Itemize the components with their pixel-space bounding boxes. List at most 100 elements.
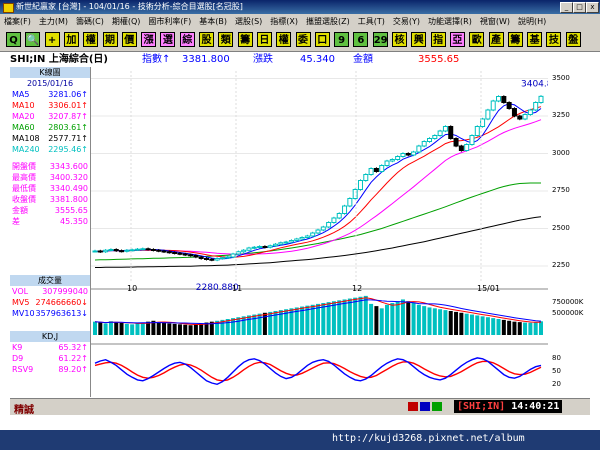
menu-bar: 檔案(F) 主力(M) 籌碼(C) 期權(Q) 國市利率(F) 基本(B) 選股(S) 指標(… xyxy=(0,14,600,29)
k-chart-header[interactable]: K線圖 xyxy=(10,67,90,78)
candle-body xyxy=(517,115,523,120)
app-icon xyxy=(3,3,14,13)
toolbar-button-9[interactable]: 綜 xyxy=(179,32,195,47)
toolbar-button-26[interactable]: 籌 xyxy=(507,32,523,47)
toolbar-button-14[interactable]: 權 xyxy=(276,32,292,47)
menu-item-7[interactable]: 指標(X) xyxy=(266,14,302,29)
candle-body xyxy=(432,135,438,139)
toolbar-button-24[interactable]: 歐 xyxy=(469,32,485,47)
candle-body xyxy=(262,246,268,248)
volume-bar xyxy=(475,315,480,335)
toolbar-button-18[interactable]: 6 xyxy=(353,32,369,47)
menu-item-8[interactable]: 攜盟選股(Z) xyxy=(302,14,354,29)
toolbar-button-21[interactable]: 興 xyxy=(411,32,427,47)
candle-body xyxy=(119,250,125,253)
candle-body xyxy=(373,168,379,172)
toolbar-button-6[interactable]: 價 xyxy=(121,32,137,47)
toolbar-button-3[interactable]: 加 xyxy=(63,32,79,47)
volume-bar xyxy=(406,301,411,335)
menu-item-13[interactable]: 說明(H) xyxy=(514,14,550,29)
menu-item-9[interactable]: 工具(T) xyxy=(354,14,389,29)
volume-bar xyxy=(353,297,358,335)
menu-item-11[interactable]: 功能選擇(R) xyxy=(424,14,476,29)
candle-body xyxy=(416,145,422,153)
toolbar-button-11[interactable]: 類 xyxy=(218,32,234,47)
toolbar-button-16[interactable]: 口 xyxy=(314,32,330,47)
change-value: 45.340 xyxy=(300,54,335,65)
toolbar-button-17[interactable]: 9 xyxy=(334,32,350,47)
minimize-button[interactable]: _ xyxy=(560,2,573,13)
menu-item-3[interactable]: 期權(Q) xyxy=(108,14,145,29)
price-row: 金額 3555.65 xyxy=(10,205,90,216)
menu-item-0[interactable]: 檔案(F) xyxy=(0,14,35,29)
toolbar-button-8[interactable]: 選 xyxy=(160,32,176,47)
menu-item-4[interactable]: 國市利率(F) xyxy=(144,14,195,29)
volume-bar xyxy=(369,303,374,335)
candle-body xyxy=(150,249,156,251)
ma-row: MA108 2577.71↑ xyxy=(10,133,90,144)
candle-body xyxy=(474,126,480,136)
maximize-button[interactable]: □ xyxy=(573,2,586,13)
toolbar-button-19[interactable]: 29 xyxy=(372,32,388,47)
volume-header[interactable]: 成交量 xyxy=(10,275,90,286)
toolbar-button-27[interactable]: 基 xyxy=(527,32,543,47)
toolbar-button-20[interactable]: 核 xyxy=(392,32,407,47)
ma-values: MA5 3281.06↑ MA10 3306.01↑ MA20 3207.87↑ MA60 2… xyxy=(10,89,90,155)
toolbar-button-15[interactable]: 委 xyxy=(295,32,311,47)
toolbar-button-1[interactable]: 🔍 xyxy=(25,32,41,47)
toolbar-button-0[interactable]: Q xyxy=(6,32,21,47)
chart-area[interactable]: 3404.8302280.88010111215/01 xyxy=(90,67,564,397)
toolbar-button-22[interactable]: 指 xyxy=(430,32,446,47)
kd-y-tick: 50 xyxy=(552,367,561,375)
toolbar-button-25[interactable]: 產 xyxy=(488,32,504,47)
volume-bar xyxy=(246,315,251,335)
ma-row: MA60 2803.61↑ xyxy=(10,122,90,133)
toolbar: Q 🔍 + 加權期價漲選綜股類籌日權委口 9 6 29 核興指亞歐產籌基技盤 xyxy=(0,29,600,52)
status-color-red xyxy=(408,402,418,411)
ma60-line xyxy=(94,182,541,261)
ma-label: MA10 xyxy=(12,101,35,110)
toolbar-button-5[interactable]: 期 xyxy=(102,32,118,47)
index-label: 指數↑ xyxy=(142,54,171,65)
price-label: 差 xyxy=(12,217,20,226)
price-label: 金額 xyxy=(12,206,28,215)
menu-item-12[interactable]: 視窗(W) xyxy=(476,14,514,29)
vol-value: 307999040 xyxy=(42,287,88,296)
price-y-tick: 2500 xyxy=(552,223,570,232)
toolbar-button-29[interactable]: 盤 xyxy=(565,32,581,47)
price-y-tick: 2250 xyxy=(552,261,570,269)
candle-body xyxy=(251,246,257,249)
ma-value: 3281.06↑ xyxy=(48,90,88,99)
candle-body xyxy=(193,255,199,258)
toolbar-button-13[interactable]: 日 xyxy=(256,32,272,47)
toolbar-button-12[interactable]: 籌 xyxy=(237,32,253,47)
ma-row: MA20 3207.87↑ xyxy=(10,111,90,122)
volume-bar xyxy=(98,322,103,335)
menu-item-1[interactable]: 主力(M) xyxy=(35,14,72,29)
toolbar-button-2[interactable]: + xyxy=(44,32,60,47)
price-volume-kd-chart[interactable]: 3404.8302280.88010111215/01 xyxy=(91,67,564,397)
volume-bar xyxy=(236,317,241,335)
candle-body xyxy=(198,256,204,259)
candle-body xyxy=(310,232,316,237)
toolbar-button-28[interactable]: 技 xyxy=(546,32,562,47)
menu-item-5[interactable]: 基本(B) xyxy=(195,14,231,29)
volume-bar xyxy=(459,312,464,335)
kd-header[interactable]: KD,J xyxy=(10,331,90,342)
close-button[interactable]: x xyxy=(586,2,599,13)
volume-bar xyxy=(374,306,379,335)
toolbar-button-7[interactable]: 漲 xyxy=(141,32,157,47)
kd-row: RSV9 89.20↑ xyxy=(10,364,90,375)
vol-value: 274666660↓ xyxy=(35,298,88,307)
x-tick-label: 15/01 xyxy=(477,284,500,293)
kd-value: 65.32↑ xyxy=(58,343,88,352)
menu-item-6[interactable]: 選股(S) xyxy=(231,14,266,29)
kd-row: K9 65.32↑ xyxy=(10,342,90,353)
toolbar-button-10[interactable]: 股 xyxy=(199,32,214,47)
menu-item-2[interactable]: 籌碼(C) xyxy=(72,14,108,29)
toolbar-button-23[interactable]: 亞 xyxy=(449,32,465,47)
status-bar: 精誠 [SHI;IN] 14:40:21 xyxy=(10,398,590,416)
volume-y-tick: 750000K xyxy=(552,297,584,306)
toolbar-button-4[interactable]: 權 xyxy=(83,32,99,47)
menu-item-10[interactable]: 交易(Y) xyxy=(389,14,424,29)
